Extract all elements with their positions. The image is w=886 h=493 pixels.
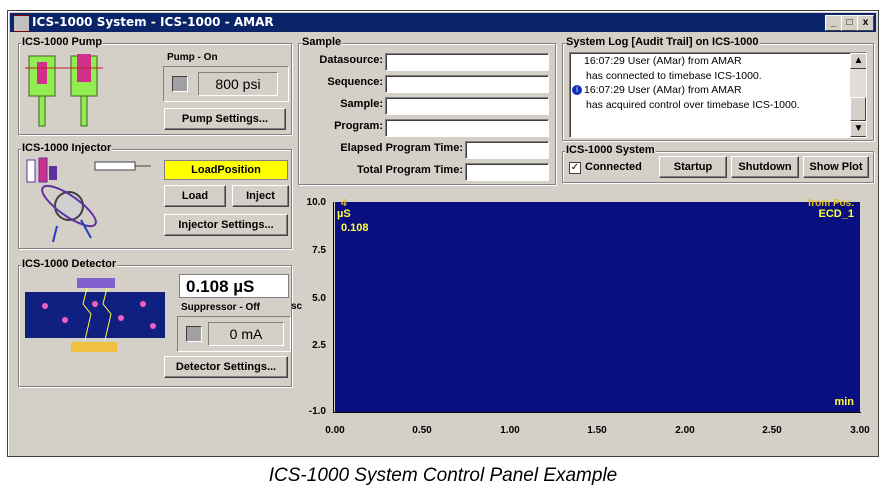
pump-status-label: Pump - On [167,52,218,63]
pump-diagram [25,54,103,127]
plot-current-value: 0.108 [341,222,369,234]
plot-x-unit: min [834,396,854,408]
total-time-label: Total Program Time: [357,164,463,176]
system-group: ICS-1000 System ✓ Connected Startup Shut… [562,144,874,183]
injector-diagram [26,157,151,243]
total-time-field [465,163,549,181]
scroll-down-icon[interactable]: ▼ [850,121,866,137]
inject-button[interactable]: Inject [232,185,289,207]
elapsed-time-label: Elapsed Program Time: [340,142,463,154]
elapsed-time-field [465,141,549,159]
x-tick-label: 1.50 [587,425,607,436]
load-button[interactable]: Load [164,185,226,207]
x-tick-label: 3.00 [850,425,870,436]
suppressor-panel: 0 mA [177,316,291,352]
scroll-up-icon[interactable]: ▲ [850,53,866,69]
log-scrollbar[interactable]: ▲ ▼ [850,53,866,137]
detector-settings-button[interactable]: Detector Settings... [164,356,288,378]
injector-settings-button[interactable]: Injector Settings... [164,214,288,236]
pump-group-title: ICS-1000 Pump [21,36,104,48]
plot-channel-label: ECD_1 [818,208,854,220]
x-tick-label: 2.50 [762,425,782,436]
app-icon [13,15,30,32]
minimize-button[interactable]: _ [825,15,842,31]
detector-diagram [25,278,165,352]
log-line: 16:07:29 User (AMar) from AMAR [584,55,742,67]
x-tick-label: 2.00 [675,425,695,436]
sample-group-title: Sample [301,36,343,48]
sequence-field[interactable] [385,75,549,93]
plot-unit-label: µS [337,208,351,220]
plot-area[interactable]: 4 from Pos. µS 0.108 ECD_1 min [335,198,860,412]
pump-led [172,76,188,92]
app-window: ICS-1000 System - ICS-1000 - AMAR _ □ x … [7,10,879,457]
system-group-title: ICS-1000 System [565,144,656,156]
log-line: 16:07:29 User (AMar) from AMAR [584,84,742,96]
y-tick-label: -1.0 [308,406,326,417]
y-tick-label: 5.0 [312,293,326,304]
pump-settings-button[interactable]: Pump Settings... [164,108,286,130]
injector-position-display: LoadPosition [164,160,288,180]
system-log-group: System Log [Audit Trail] on ICS-1000 16:… [562,36,874,141]
suppressor-status-label: Suppressor - Off [181,302,260,313]
connected-checkbox[interactable]: ✓ [569,162,581,174]
injector-group: ICS-1000 Injector LoadPosition Load Inje… [18,142,292,249]
system-log-list[interactable]: 16:07:29 User (AMar) from AMAR has conne… [569,52,867,138]
pump-status-panel: 800 psi [163,66,289,102]
figure-caption: ICS-1000 System Control Panel Example [268,465,618,486]
connected-label: Connected [585,161,642,173]
x-tick-label: 1.00 [500,425,520,436]
suppressor-led [186,326,202,342]
sequence-label: Sequence: [327,76,383,88]
sample-label: Sample: [340,98,383,110]
detector-group-title: ICS-1000 Detector [21,258,118,270]
window-title: ICS-1000 System - ICS-1000 - AMAR [32,15,274,29]
system-log-group-title: System Log [Audit Trail] on ICS-1000 [565,36,760,48]
program-label: Program: [334,120,383,132]
close-button[interactable]: x [857,15,874,31]
suppressor-current-display: 0 mA [208,322,284,346]
conductivity-display: 0.108 µS [179,274,289,298]
datasource-field[interactable] [385,53,549,71]
x-tick-label: 0.00 [325,425,345,436]
program-field[interactable] [385,119,549,137]
y-axis [333,202,334,413]
log-line: has acquired control over timebase ICS-1… [586,99,800,111]
info-icon: i [572,85,582,95]
show-plot-button[interactable]: Show Plot [803,156,869,178]
title-bar[interactable]: ICS-1000 System - ICS-1000 - AMAR _ □ x [10,13,876,32]
y-tick-label: 10.0 [306,197,326,208]
detector-group: ICS-1000 Detector 0.108 µS Suppressor - … [18,258,292,387]
shutdown-button[interactable]: Shutdown [731,156,799,178]
startup-button[interactable]: Startup [659,156,727,178]
y-tick-label: 7.5 [312,245,326,256]
log-line: has connected to timebase ICS-1000. [586,70,762,82]
x-tick-label: 0.50 [412,425,432,436]
y-tick-label: 2.5 [312,340,326,351]
sample-field[interactable] [385,97,549,115]
sample-group: Sample Datasource: Sequence: Sample: Pro… [298,36,556,185]
maximize-button[interactable]: □ [841,15,858,31]
pump-group: ICS-1000 Pump Pump - On 800 psi Pump Set… [18,36,292,135]
injector-group-title: ICS-1000 Injector [21,142,113,154]
scroll-thumb[interactable] [850,97,866,121]
x-axis [333,412,861,413]
pump-pressure-display: 800 psi [198,72,278,96]
datasource-label: Datasource: [319,54,383,66]
